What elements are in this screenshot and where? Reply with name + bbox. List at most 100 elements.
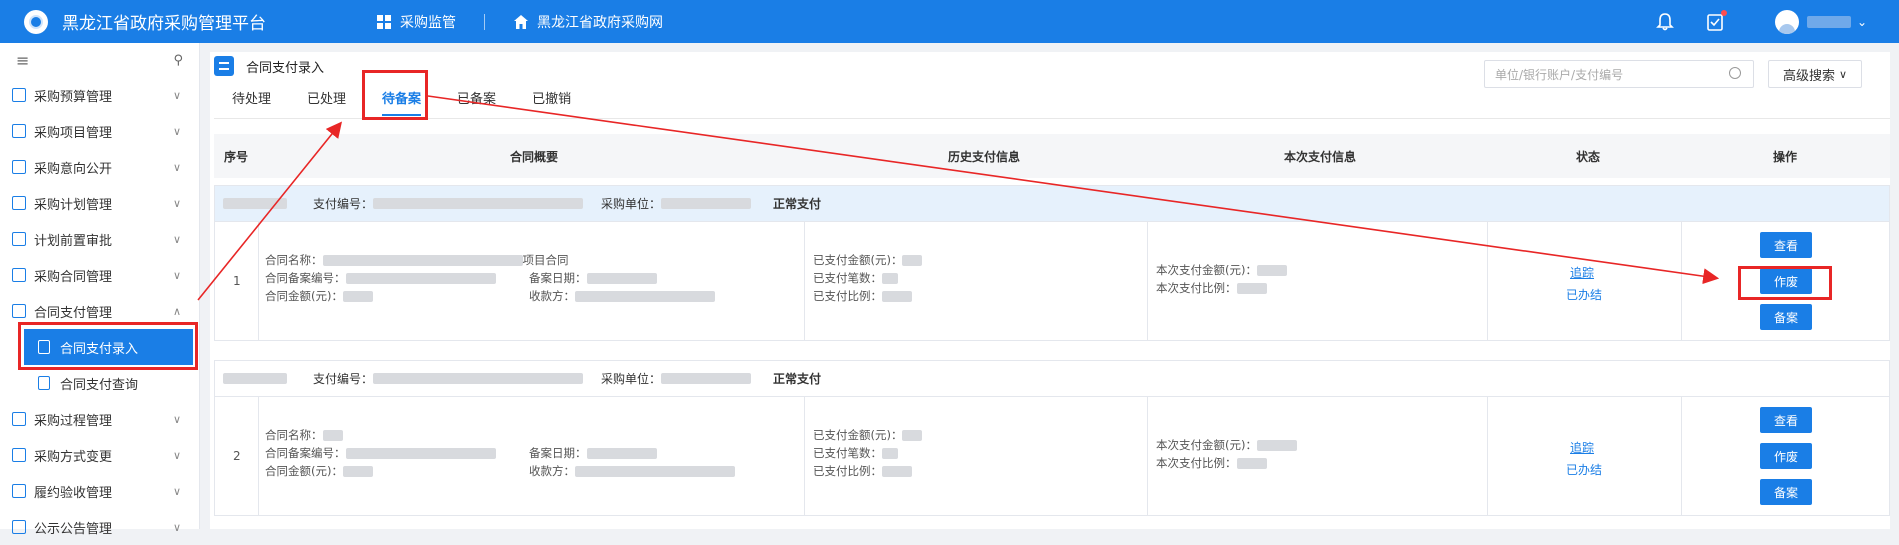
tabs-divider bbox=[214, 118, 1890, 119]
redacted bbox=[1256, 265, 1287, 276]
todo-icon[interactable] bbox=[1705, 9, 1727, 32]
contract-amount: 合同金额(元)： bbox=[265, 463, 373, 479]
redacted bbox=[1236, 458, 1267, 469]
paid-count: 已支付笔数： bbox=[813, 270, 898, 286]
sidebar-item-acceptance[interactable]: 履约验收管理 ∨ bbox=[0, 473, 199, 509]
sidebar-item-budget[interactable]: 采购预算管理 ∨ bbox=[0, 77, 199, 113]
redacted bbox=[223, 198, 287, 209]
record-header: 支付编号： 采购单位： 正常支付 bbox=[215, 186, 1889, 222]
trace-link[interactable]: 追踪 bbox=[1570, 264, 1594, 281]
chevron-down-icon: ∨ bbox=[172, 520, 181, 534]
field-label: 已支付比例： bbox=[813, 289, 882, 303]
sidebar-item-label: 采购预算管理 bbox=[34, 89, 113, 105]
payee: 收款方： bbox=[529, 288, 715, 304]
chevron-down-icon: ∨ bbox=[172, 412, 181, 426]
col-summary: 合同名称： 项目合同 合同备案编号： 合同金额(元)： 备案日期： 收款方： bbox=[259, 222, 805, 340]
contract-record-no: 合同备案编号： bbox=[265, 445, 496, 461]
search-input[interactable]: 单位/银行账户/支付编号 bbox=[1484, 60, 1754, 88]
top-bar: 黑龙江省政府采购管理平台 采购监管 黑龙江省政府采购网 ⌄ bbox=[0, 0, 1899, 43]
paid-count: 已支付笔数： bbox=[813, 445, 898, 461]
sidebar-item-contract[interactable]: 采购合同管理 ∨ bbox=[0, 257, 199, 293]
field-label: 本次支付比例： bbox=[1156, 456, 1237, 470]
view-button[interactable]: 查看 bbox=[1760, 232, 1812, 258]
record-button[interactable]: 备案 bbox=[1760, 479, 1812, 505]
sidebar-item-label: 计划前置审批 bbox=[34, 233, 113, 249]
nav-link-procurement-site[interactable]: 黑龙江省政府采购网 bbox=[513, 12, 663, 32]
redacted bbox=[902, 255, 923, 266]
paid-amount: 已支付金额(元)： bbox=[813, 427, 923, 443]
advanced-search-button[interactable]: 高级搜索 ∨ bbox=[1768, 60, 1862, 88]
sidebar-item-method-change[interactable]: 采购方式变更 ∨ bbox=[0, 437, 199, 473]
sidebar-item-process[interactable]: 采购过程管理 ∨ bbox=[0, 401, 199, 437]
chevron-up-icon: ∧ bbox=[172, 304, 181, 318]
approval-icon bbox=[12, 232, 26, 246]
tab-revoked[interactable]: 已撤销 bbox=[532, 88, 571, 116]
sidebar-item-label: 采购合同管理 bbox=[34, 269, 113, 285]
redacted bbox=[661, 198, 751, 209]
tab-processed[interactable]: 已处理 bbox=[307, 88, 346, 116]
sidebar-item-announcement[interactable]: 公示公告管理 ∨ bbox=[0, 509, 199, 545]
pay-type: 正常支付 bbox=[773, 197, 822, 211]
chevron-down-icon: ∨ bbox=[172, 160, 181, 174]
sidebar-item-plan[interactable]: 采购计划管理 ∨ bbox=[0, 185, 199, 221]
record-body: 1 合同名称： 项目合同 合同备案编号： 合同金额(元)： 备案日期： 收款方： … bbox=[215, 222, 1889, 340]
sidebar-subitem-payment-query[interactable]: 合同支付查询 bbox=[0, 365, 199, 401]
record-button[interactable]: 备案 bbox=[1760, 304, 1812, 330]
project-icon bbox=[12, 124, 26, 138]
void-button[interactable]: 作废 bbox=[1760, 443, 1812, 469]
contract-record-no: 合同备案编号： bbox=[265, 270, 496, 286]
th-history-payment: 历史支付信息 bbox=[948, 149, 1021, 164]
record-header: 支付编号： 采购单位： 正常支付 bbox=[215, 361, 1889, 397]
field-label: 收款方： bbox=[529, 289, 575, 303]
sidebar-item-intent[interactable]: 采购意向公开 ∨ bbox=[0, 149, 199, 185]
redacted bbox=[902, 430, 923, 441]
nav-link-label: 黑龙江省政府采购网 bbox=[537, 14, 663, 31]
redacted bbox=[345, 448, 496, 459]
field-label: 收款方： bbox=[529, 464, 575, 478]
sidebar-item-label: 采购方式变更 bbox=[34, 449, 113, 465]
field-label: 合同金额(元)： bbox=[265, 289, 343, 303]
nav-link-supervision[interactable]: 采购监管 bbox=[376, 12, 456, 32]
col-actions: 查看 作废 备案 bbox=[1682, 397, 1891, 515]
chevron-down-icon: ∨ bbox=[172, 484, 181, 498]
search-icon[interactable] bbox=[1729, 67, 1741, 79]
sidebar-item-label: 采购过程管理 bbox=[34, 413, 113, 429]
th-seq: 序号 bbox=[224, 149, 249, 164]
view-button[interactable]: 查看 bbox=[1760, 407, 1812, 433]
redacted bbox=[342, 291, 373, 302]
pin-icon[interactable]: ⚲ bbox=[173, 53, 183, 68]
method-icon bbox=[12, 448, 26, 462]
sidebar-item-preapproval[interactable]: 计划前置审批 ∨ bbox=[0, 221, 199, 257]
nav-separator bbox=[484, 13, 485, 30]
table-row: 支付编号： 采购单位： 正常支付 2 合同名称： 合同备案编号： 合同金额(元)… bbox=[214, 360, 1890, 516]
record-date: 备案日期： bbox=[529, 270, 657, 286]
announcement-icon bbox=[12, 520, 26, 534]
avatar[interactable] bbox=[1774, 9, 1799, 34]
chevron-down-icon[interactable]: ⌄ bbox=[1857, 15, 1867, 29]
trace-link[interactable]: 追踪 bbox=[1570, 439, 1594, 456]
col-seq: 1 bbox=[215, 222, 259, 340]
paid-amount: 已支付金额(元)： bbox=[813, 252, 923, 268]
table-row: 支付编号： 采购单位： 正常支付 1 合同名称： 项目合同 合同备案编号： 合同金… bbox=[214, 185, 1890, 341]
th-current-payment: 本次支付信息 bbox=[1284, 149, 1357, 164]
field-label: 已支付笔数： bbox=[813, 446, 882, 460]
menu-icon[interactable]: ≡ bbox=[16, 51, 29, 70]
redacted bbox=[1236, 283, 1267, 294]
pay-no-label: 支付编号： bbox=[313, 372, 374, 386]
current-amount: 本次支付金额(元)： bbox=[1156, 437, 1297, 453]
payment-icon bbox=[12, 304, 26, 318]
tab-recorded[interactable]: 已备案 bbox=[457, 88, 496, 116]
bell-icon[interactable] bbox=[1655, 12, 1675, 32]
tab-pending[interactable]: 待处理 bbox=[232, 88, 271, 116]
field-label: 合同备案编号： bbox=[265, 446, 346, 460]
highlight-box-tab bbox=[362, 70, 428, 120]
sidebar-item-project[interactable]: 采购项目管理 ∨ bbox=[0, 113, 199, 149]
contract-name: 合同名称： 项目合同 bbox=[265, 252, 569, 268]
chevron-down-icon: ∨ bbox=[172, 232, 181, 246]
redacted bbox=[586, 448, 657, 459]
field-label: 已支付比例： bbox=[813, 464, 882, 478]
user-name-redacted bbox=[1806, 15, 1851, 28]
acceptance-icon bbox=[12, 484, 26, 498]
redacted bbox=[322, 255, 523, 266]
sidebar-item-label: 采购意向公开 bbox=[34, 161, 113, 177]
